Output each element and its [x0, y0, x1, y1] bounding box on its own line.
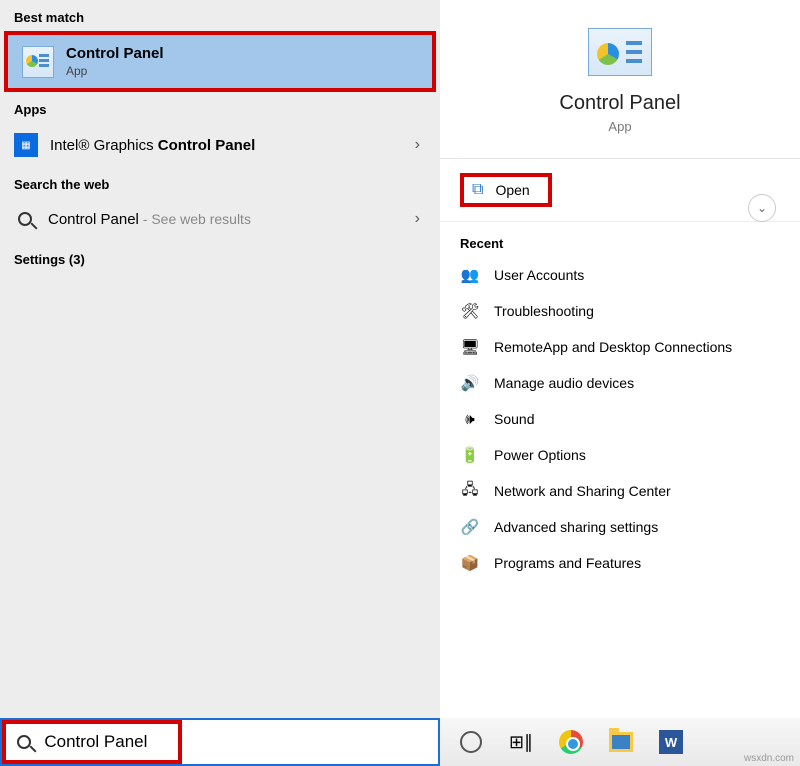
file-explorer-icon[interactable]: [608, 729, 634, 755]
open-icon: ⧉: [472, 181, 483, 199]
start-search-results: Best match Control Panel App Apps ▦ Inte…: [0, 0, 440, 718]
bottom-bar: ⊞∥ W: [0, 718, 800, 766]
chrome-icon[interactable]: [558, 729, 584, 755]
recent-item-remoteapp[interactable]: 🖥RemoteApp and Desktop Connections: [440, 329, 800, 365]
advanced-sharing-icon: 🔗: [460, 517, 480, 537]
best-match-control-panel[interactable]: Control Panel App: [4, 31, 436, 92]
audio-devices-icon: 🔊: [460, 373, 480, 393]
task-view-icon[interactable]: ⊞∥: [508, 729, 534, 755]
recent-item-advanced-sharing[interactable]: 🔗Advanced sharing settings: [440, 509, 800, 545]
recent-header: Recent: [440, 222, 800, 257]
settings-header[interactable]: Settings (3): [0, 240, 440, 279]
app-intel-graphics-control-panel[interactable]: ▦ Intel® Graphics Control Panel ›: [0, 123, 440, 167]
recent-item-network-sharing[interactable]: 🖧Network and Sharing Center: [440, 473, 800, 509]
intel-graphics-icon: ▦: [14, 133, 38, 157]
recent-item-sound[interactable]: 🕪Sound: [440, 401, 800, 437]
chevron-right-icon: ›: [415, 136, 420, 154]
best-match-subtitle: App: [66, 64, 164, 78]
word-icon[interactable]: W: [658, 729, 684, 755]
preview-header: Control Panel App: [440, 0, 800, 159]
search-input[interactable]: [44, 732, 426, 752]
web-result-control-panel[interactable]: Control Panel - See web results ›: [0, 198, 440, 240]
search-icon: [14, 731, 34, 753]
remoteapp-icon: 🖥: [460, 337, 480, 357]
best-match-header: Best match: [0, 0, 440, 31]
watermark: wsxdn.com: [744, 753, 794, 764]
chevron-right-icon: ›: [415, 210, 420, 228]
programs-features-icon: 📦: [460, 553, 480, 573]
search-box[interactable]: [0, 718, 440, 766]
sound-icon: 🕪: [460, 409, 480, 429]
search-web-header: Search the web: [0, 167, 440, 198]
recent-item-power-options[interactable]: 🔋Power Options: [440, 437, 800, 473]
recent-item-programs-features[interactable]: 📦Programs and Features: [440, 545, 800, 581]
network-sharing-icon: 🖧: [460, 481, 480, 501]
app-label: Intel® Graphics Control Panel: [50, 137, 403, 154]
preview-subtitle: App: [608, 119, 631, 134]
recent-list: 👥User Accounts 🛠Troubleshooting 🖥RemoteA…: [440, 257, 800, 581]
recent-item-user-accounts[interactable]: 👥User Accounts: [440, 257, 800, 293]
recent-item-troubleshooting[interactable]: 🛠Troubleshooting: [440, 293, 800, 329]
web-result-label: Control Panel - See web results: [48, 211, 403, 228]
recent-item-manage-audio[interactable]: 🔊Manage audio devices: [440, 365, 800, 401]
user-accounts-icon: 👥: [460, 265, 480, 285]
cortana-icon[interactable]: [458, 729, 484, 755]
best-match-title: Control Panel: [66, 45, 164, 62]
power-options-icon: 🔋: [460, 445, 480, 465]
open-label: Open: [495, 182, 529, 198]
apps-header: Apps: [0, 92, 440, 123]
control-panel-icon-large: [588, 28, 652, 76]
expand-chevron-button[interactable]: ⌄: [748, 194, 776, 222]
open-button[interactable]: ⧉ Open: [460, 173, 552, 207]
search-icon: [14, 208, 36, 230]
troubleshooting-icon: 🛠: [460, 301, 480, 321]
preview-pane: Control Panel App ⧉ Open ⌄ Recent 👥User …: [440, 0, 800, 718]
preview-title: Control Panel: [559, 92, 680, 115]
control-panel-icon: [22, 46, 54, 78]
